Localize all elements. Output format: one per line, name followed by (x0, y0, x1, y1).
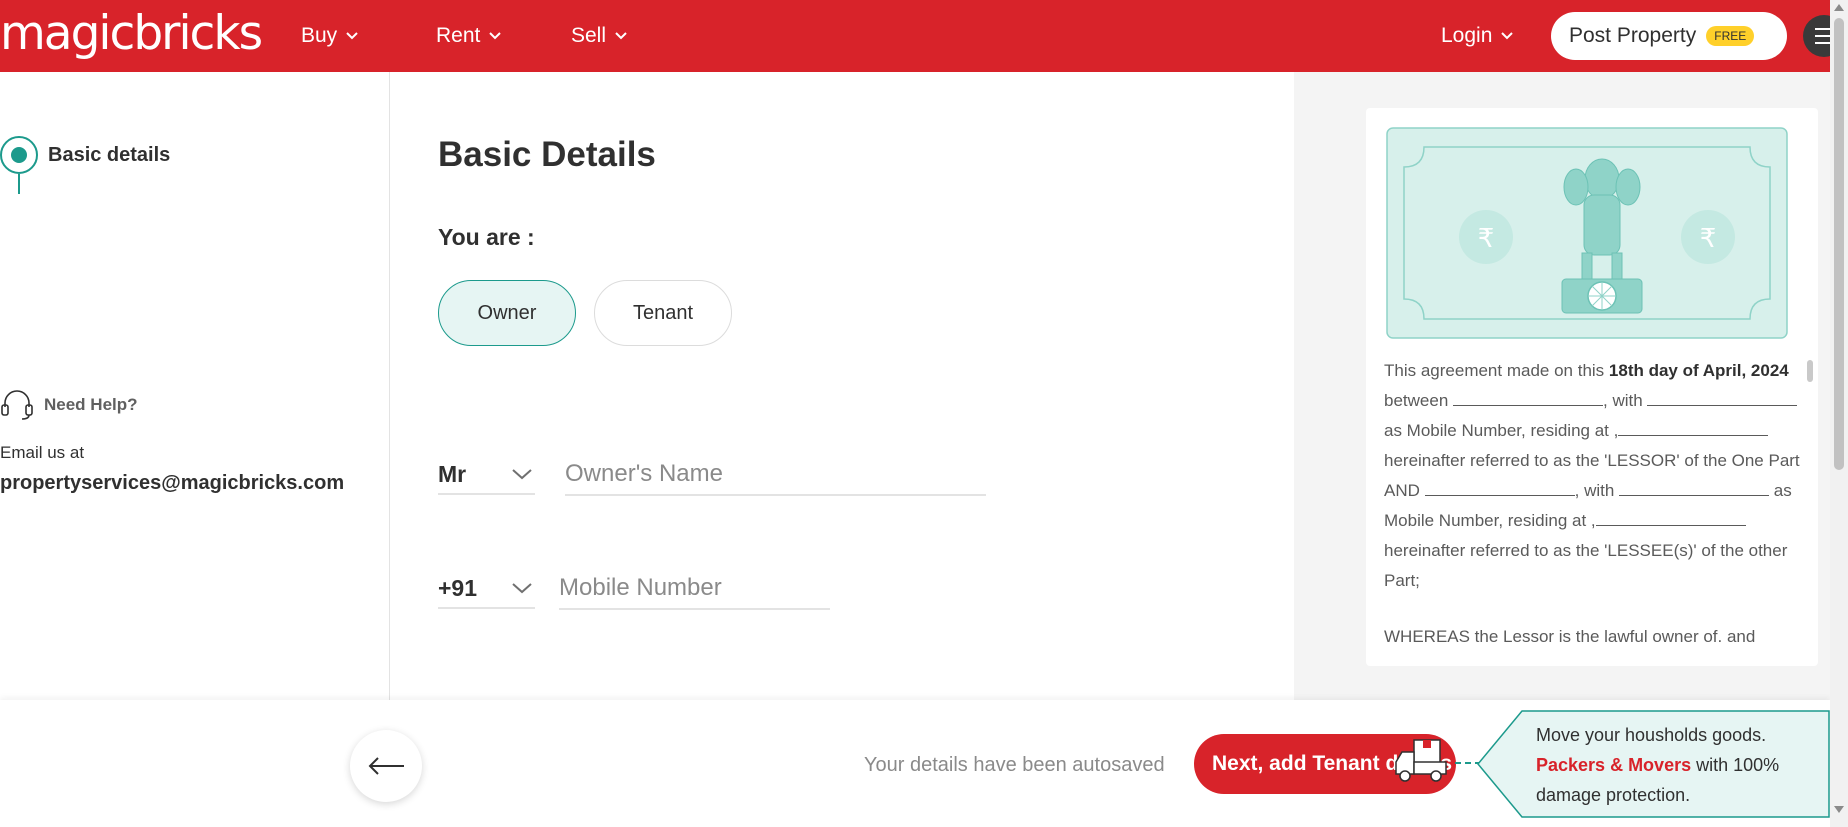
country-code-value: +91 (438, 574, 478, 601)
scroll-down-icon[interactable] (1834, 806, 1844, 813)
page-title: Basic Details (438, 135, 656, 174)
need-help: Need Help? (0, 388, 138, 422)
autosave-status: Your details have been autosaved (864, 754, 1165, 776)
nav-rent-label: Rent (436, 24, 481, 47)
page-scrollbar[interactable] (1830, 0, 1848, 827)
scroll-thumb[interactable] (1834, 18, 1844, 470)
nav-sell[interactable]: Sell (571, 24, 628, 48)
support-email-link[interactable]: propertyservices@magicbricks.com (0, 472, 344, 495)
nav-buy[interactable]: Buy (301, 24, 359, 48)
owner-name-input[interactable] (565, 454, 986, 496)
chevron-down-icon (512, 583, 532, 594)
movers-promo-text: Move your housholds goods. Packers & Mov… (1536, 725, 1780, 805)
packers-movers-link[interactable]: Packers & Movers (1536, 755, 1691, 775)
country-code-select[interactable]: +91 (438, 569, 535, 609)
back-button[interactable] (350, 730, 422, 802)
chevron-down-icon (1501, 32, 1514, 40)
agreement-date: 18th day of April, 2024 (1608, 361, 1789, 380)
rupee-right: ₹ (1700, 224, 1717, 254)
agreement-preview-card[interactable]: ₹ ₹ This agreement made on this 18th day… (1366, 108, 1818, 666)
truck-icon (1395, 739, 1447, 782)
email-label: Email us at (0, 443, 85, 462)
nav-rent[interactable]: Rent (436, 24, 502, 48)
stamp-paper-emblem-icon: ₹ ₹ (1386, 127, 1788, 339)
salutation-value: Mr (438, 460, 467, 487)
salutation-select[interactable]: Mr (438, 455, 535, 495)
nav-buy-label: Buy (301, 24, 338, 47)
chevron-down-icon (489, 32, 502, 40)
step-indicator-icon (0, 136, 38, 174)
post-property-button[interactable]: Post Property FREE (1551, 12, 1787, 60)
top-header: magicbricks Buy Rent Sell Login Post Pro… (0, 0, 1848, 72)
scroll-up-icon[interactable] (1834, 4, 1844, 11)
chevron-down-icon (512, 469, 532, 480)
login-label: Login (1441, 24, 1493, 47)
rupee-left: ₹ (1478, 224, 1495, 254)
chevron-down-icon (346, 32, 358, 40)
you-are-label: You are : (438, 224, 535, 250)
step-label: Basic details (48, 143, 171, 166)
tenant-option[interactable]: Tenant (594, 280, 732, 346)
nav-sell-label: Sell (571, 24, 607, 47)
owner-option[interactable]: Owner (438, 280, 576, 346)
post-property-label: Post Property (1569, 24, 1697, 47)
basic-details-form: Basic Details You are : Owner Tenant Mr … (391, 72, 1294, 700)
agreement-text: This agreement made on this 18th day of … (1384, 361, 1800, 646)
headset-icon (1, 390, 33, 420)
steps-sidebar: Basic details Need Help? Email us at pro… (0, 72, 390, 700)
step-basic-details[interactable]: Basic details (0, 136, 171, 194)
arrow-left-icon (368, 757, 404, 775)
free-badge: FREE (1706, 26, 1755, 46)
footer-bar: Your details have been autosaved Next, a… (0, 700, 1830, 827)
card-scrollbar[interactable] (1807, 360, 1813, 382)
agreement-para-2: WHEREAS the Lessor is the lawful owner o… (1384, 627, 1756, 646)
need-help-title: Need Help? (44, 395, 138, 414)
chevron-down-icon (615, 32, 627, 40)
magicbricks-logo[interactable]: magicbricks (0, 6, 263, 61)
mobile-number-input[interactable] (559, 568, 830, 610)
login-menu[interactable]: Login (1441, 24, 1514, 48)
